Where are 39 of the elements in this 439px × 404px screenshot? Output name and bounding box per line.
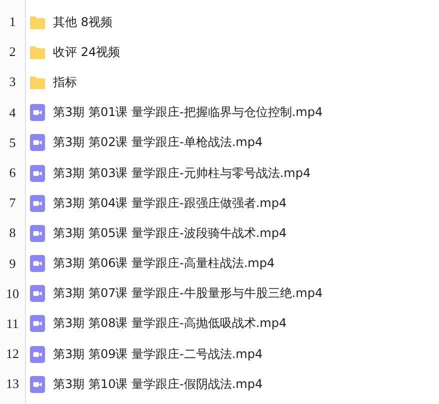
- file-name[interactable]: 第3期 第01课 量学跟庄-把握临界与仓位控制.mp4: [53, 104, 323, 122]
- file-name[interactable]: 第3期 第04课 量学跟庄-跟强庄做强者.mp4: [53, 194, 287, 212]
- file-name[interactable]: 第3期 第02课 量学跟庄-单枪战法.mp4: [53, 134, 263, 152]
- line-number: 9: [8, 256, 17, 272]
- file-name[interactable]: 其他 8视频: [53, 14, 112, 31]
- file-name[interactable]: 第3期 第09课 量学跟庄-二号战法.mp4: [53, 346, 263, 363]
- file-name[interactable]: 第3期 第03课 量学跟庄-元帅柱与零号战法.mp4: [53, 164, 311, 182]
- folder-icon: [29, 74, 46, 91]
- video-file-icon: [29, 376, 46, 393]
- line-number: 10: [5, 286, 20, 302]
- line-number: 12: [5, 346, 20, 362]
- file-name[interactable]: 指标: [53, 74, 77, 91]
- line-number: 1: [8, 14, 17, 30]
- line-number: 11: [5, 316, 20, 332]
- file-name[interactable]: 收评 24视频: [53, 44, 120, 61]
- file-name[interactable]: 第3期 第07课 量学跟庄-牛股量形与牛股三绝.mp4: [53, 285, 323, 302]
- video-file-icon: [29, 224, 46, 242]
- line-number: 7: [8, 195, 17, 212]
- video-file-icon: [29, 315, 46, 332]
- file-name[interactable]: 第3期 第05课 量学跟庄-波段骑牛战术.mp4: [53, 224, 287, 242]
- video-file-icon: [29, 134, 46, 152]
- file-name[interactable]: 第3期 第10课 量学跟庄-假阴战法.mp4: [53, 376, 263, 393]
- video-file-icon: [29, 194, 46, 212]
- line-number: 4: [8, 104, 17, 121]
- file-name[interactable]: 第3期 第08课 量学跟庄-高抛低吸战术.mp4: [53, 315, 287, 332]
- video-file-icon: [29, 164, 46, 182]
- line-number: 5: [8, 134, 17, 151]
- video-file-icon: [29, 255, 46, 272]
- folder-icon: [29, 44, 46, 61]
- video-file-icon: [29, 346, 46, 363]
- line-number: 13: [5, 376, 20, 392]
- line-number: 3: [8, 74, 17, 90]
- line-number: 8: [8, 225, 17, 242]
- video-file-icon: [29, 104, 46, 122]
- line-number: 6: [8, 165, 17, 182]
- folder-icon: [29, 14, 46, 31]
- video-file-icon: [29, 285, 46, 302]
- line-number: 2: [8, 44, 17, 60]
- file-name[interactable]: 第3期 第06课 量学跟庄-高量柱战法.mp4: [53, 255, 275, 272]
